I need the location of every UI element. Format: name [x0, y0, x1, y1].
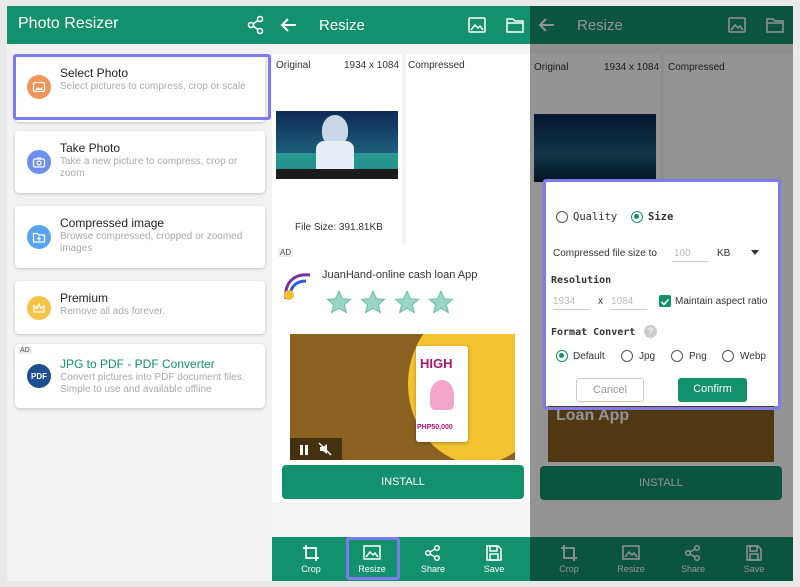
crop-icon	[303, 545, 319, 561]
height-input[interactable]: 1084	[611, 296, 647, 310]
take-photo-card[interactable]: Take Photo Take a new picture to compres…	[15, 131, 265, 193]
format-default-radio[interactable]	[556, 350, 568, 362]
home-screen: Photo Resizer Select Photo Select pictur…	[7, 6, 272, 581]
format-png-label: Png	[689, 351, 707, 362]
size-radio[interactable]	[631, 211, 643, 223]
back-arrow-icon[interactable]	[278, 14, 300, 36]
camera-icon	[27, 150, 51, 174]
star-icon	[394, 289, 420, 314]
compressed-pane: Compressed	[406, 54, 530, 244]
aspect-checkbox[interactable]	[659, 295, 671, 307]
crop-button[interactable]: Crop	[286, 541, 336, 579]
pdf-converter-ad-card[interactable]: AD PDF JPG to PDF - PDF Converter Conver…	[15, 344, 265, 408]
resize-button[interactable]: Resize	[347, 541, 397, 579]
crop-label: Crop	[301, 564, 321, 574]
folder-plus-icon	[27, 225, 51, 249]
unit-select[interactable]: KB	[717, 248, 730, 259]
compressed-size-label: Compressed file size to	[553, 248, 657, 259]
x-separator: x	[598, 296, 603, 307]
format-png-radio[interactable]	[671, 350, 683, 362]
app-title: Photo Resizer	[18, 15, 119, 32]
star-icon	[428, 289, 454, 314]
help-icon[interactable]: ?	[644, 325, 657, 338]
ad-banner[interactable]: AD JuanHand-online cash loan App HIGH PH…	[272, 244, 530, 502]
format-webp-label: Webp	[740, 351, 766, 362]
ad-amount: PHP50,000	[417, 424, 453, 431]
top-app-bar: Photo Resizer	[7, 6, 272, 44]
ad-badge: AD	[18, 347, 32, 354]
bottom-toolbar: Crop Resize Share Save	[272, 537, 530, 581]
crown-icon	[27, 296, 51, 320]
format-convert-label: Format Convert	[551, 327, 636, 338]
compressed-label: Compressed	[408, 60, 465, 71]
select-photo-card[interactable]: Select Photo Select pictures to compress…	[15, 56, 265, 122]
dropdown-arrow-icon[interactable]	[751, 250, 759, 255]
width-input[interactable]: 1934	[553, 296, 589, 310]
card-title: Premium	[60, 291, 109, 305]
resolution-label: Resolution	[551, 275, 612, 286]
original-image[interactable]	[276, 111, 398, 179]
aspect-label: Maintain aspect ratio	[675, 296, 768, 307]
card-title: JPG to PDF - PDF Converter	[60, 357, 215, 371]
share-icon[interactable]	[245, 14, 267, 36]
resize-dialog-screen: Resize Original 1934 x 1084 Compressed L…	[530, 6, 793, 581]
resize-label: Resize	[358, 564, 386, 574]
premium-card[interactable]: Premium Remove all ads forever.	[15, 281, 265, 334]
star-icon	[326, 289, 352, 314]
card-subtitle: Select pictures to compress, crop or sca…	[60, 81, 246, 92]
cancel-button[interactable]: Cancel	[576, 378, 644, 402]
original-label: Original	[276, 60, 311, 71]
share-label: Share	[420, 564, 446, 574]
resize-screen: Resize Original 1934 x 1084 File Size: 3…	[272, 6, 530, 581]
card-subtitle: Convert pictures into PDF document files…	[60, 372, 245, 395]
share-icon	[424, 544, 441, 562]
image-icon	[27, 75, 51, 99]
share-button[interactable]: Share	[408, 541, 458, 579]
format-jpg-label: Jpg	[639, 351, 656, 362]
star-icon	[360, 289, 386, 314]
card-title: Select Photo	[60, 66, 129, 80]
size-label: Size	[648, 211, 674, 223]
card-title: Compressed image	[60, 216, 165, 230]
format-jpg-radio[interactable]	[621, 350, 633, 362]
mute-icon[interactable]	[318, 442, 332, 456]
card-subtitle: Browse compressed, cropped or zoomed ima…	[60, 231, 243, 254]
compressed-image-card[interactable]: Compressed image Browse compressed, crop…	[15, 206, 265, 268]
resize-image-icon	[363, 545, 381, 560]
card-subtitle: Take a new picture to compress, crop or …	[60, 156, 238, 179]
screen-title: Resize	[319, 17, 365, 34]
ad-app-title: JuanHand-online cash loan App	[322, 269, 478, 281]
format-default-label: Default	[573, 351, 605, 362]
save-label: Save	[483, 564, 505, 574]
pause-icon[interactable]	[298, 443, 310, 455]
save-icon	[486, 545, 502, 561]
save-button[interactable]: Save	[469, 541, 519, 579]
card-title: Take Photo	[60, 141, 121, 155]
gallery-icon[interactable]	[466, 14, 488, 36]
ad-badge: AD	[278, 248, 294, 257]
format-webp-radio[interactable]	[722, 350, 734, 362]
dimensions-text: 1934 x 1084	[344, 60, 400, 71]
quality-radio[interactable]	[556, 211, 568, 223]
folder-icon[interactable]	[504, 14, 526, 36]
resize-settings-dialog: Quality Size Compressed file size to 100…	[544, 180, 779, 406]
card-subtitle: Remove all ads forever.	[60, 306, 166, 317]
install-button[interactable]: INSTALL	[282, 465, 524, 499]
quality-label: Quality	[573, 211, 618, 223]
ad-video[interactable]: HIGH PHP50,000	[290, 334, 515, 460]
confirm-button[interactable]: Confirm	[678, 378, 747, 402]
ad-headline: HIGH	[420, 356, 453, 371]
file-size-text: File Size: 391.81KB	[295, 222, 383, 233]
target-size-input[interactable]: 100	[672, 248, 708, 262]
top-app-bar: Resize	[272, 6, 530, 44]
pdf-icon: PDF	[27, 364, 51, 388]
original-pane: Original 1934 x 1084 File Size: 391.81KB	[272, 54, 402, 244]
juanhand-logo-icon	[280, 269, 316, 305]
